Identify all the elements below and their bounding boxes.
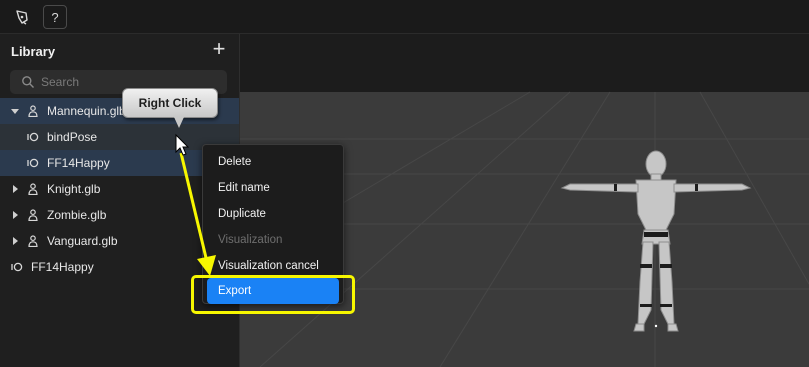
library-item-label: FF14Happy xyxy=(47,156,110,170)
help-button[interactable]: ? xyxy=(43,5,67,29)
library-item-label: Knight.glb xyxy=(47,182,101,196)
animation-icon xyxy=(11,262,23,272)
top-toolbar: ? xyxy=(0,0,809,34)
menu-item-visualization: Visualization xyxy=(218,234,283,246)
person-icon xyxy=(28,209,38,221)
animation-icon xyxy=(27,158,39,168)
chevron-right-icon[interactable] xyxy=(11,185,19,193)
chevron-down-icon[interactable] xyxy=(11,107,19,115)
library-item-label: FF14Happy xyxy=(31,260,94,274)
add-asset-button[interactable]: + xyxy=(208,38,230,60)
animation-icon xyxy=(27,132,39,142)
person-icon xyxy=(28,105,38,117)
chevron-right-icon[interactable] xyxy=(11,237,19,245)
chevron-right-icon[interactable] xyxy=(11,211,19,219)
library-item-label: Zombie.glb xyxy=(47,208,107,222)
pen-tool-logo-icon[interactable] xyxy=(10,5,34,29)
export-highlight-box xyxy=(191,275,355,314)
library-item-label: Vanguard.glb xyxy=(47,234,118,248)
search-icon xyxy=(22,76,34,88)
callout-tail xyxy=(174,117,184,128)
person-icon xyxy=(28,235,38,247)
library-item-label: bindPose xyxy=(47,130,98,144)
person-icon xyxy=(28,183,38,195)
menu-item-edit-name[interactable]: Edit name xyxy=(203,175,343,201)
right-click-callout: Right Click xyxy=(122,88,218,118)
menu-item-duplicate[interactable]: Duplicate xyxy=(203,201,343,227)
menu-item-delete[interactable]: Delete xyxy=(203,149,343,175)
library-item-label: Mannequin.glb xyxy=(47,104,126,118)
library-title: Library xyxy=(11,44,56,59)
